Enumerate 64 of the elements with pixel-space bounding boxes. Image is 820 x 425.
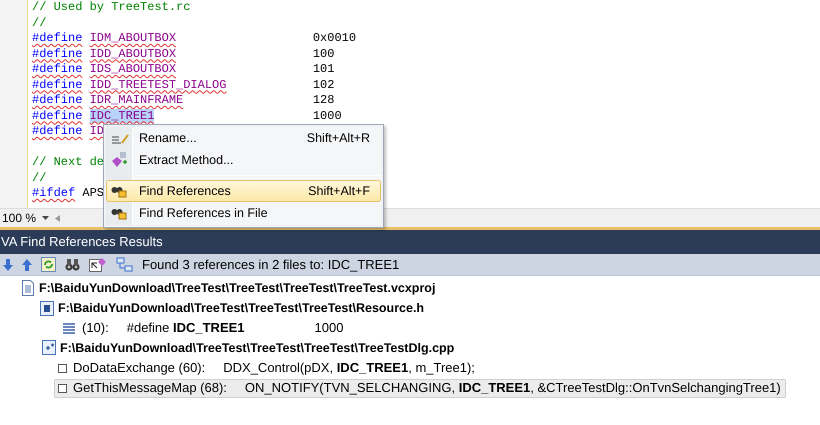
header-file-icon <box>40 300 54 316</box>
code-comment: // Next de <box>32 155 104 170</box>
zoom-dropdown[interactable]: 100 % <box>0 209 52 227</box>
file-path[interactable]: F:\BaiduYunDownload\TreeTest\TreeTest\TreeTest\TreeTestDlg.cpp <box>60 338 454 358</box>
square-icon <box>58 364 67 372</box>
code-keyword: #define <box>32 78 82 92</box>
code-keyword: #define <box>32 93 82 107</box>
macro-value: 0x0010 <box>312 31 356 46</box>
macro-name: IDC_TREE1 <box>90 108 154 122</box>
macro-name: IDR_MAINFRAME <box>90 93 184 107</box>
highlight-icon[interactable] <box>89 257 107 272</box>
menu-item[interactable]: Find References in File <box>106 202 381 224</box>
macro-value: 100 <box>312 46 334 62</box>
code-keyword: #define <box>32 62 82 76</box>
down-arrow-icon[interactable] <box>3 258 13 270</box>
scroll-left-icon[interactable] <box>55 214 60 222</box>
macro-name: IDD_TREETEST_DIALOG <box>90 78 226 92</box>
code-keyword: #define <box>32 31 82 45</box>
macro-name: ID <box>90 124 104 138</box>
tree-view-icon[interactable] <box>116 256 133 272</box>
caret-icon <box>42 216 50 220</box>
code-comment: // <box>32 16 46 31</box>
reference-location: DoDataExchange (60): <box>73 359 206 378</box>
reference-code: DDX_Control(pDX, IDC_TREE1, m_Tree1); <box>223 359 475 378</box>
panel-title: VA Find References Results <box>1 233 163 252</box>
reference-row[interactable]: (10): #define IDC_TREE1 1000 <box>58 318 348 338</box>
source-file-icon <box>40 340 56 356</box>
code-keyword: #define <box>32 124 82 138</box>
reference-code: #define IDC_TREE1 <box>126 319 245 338</box>
reference-code: ON_NOTIFY(TVN_SELCHANGING, IDC_TREE1, &CTreeTestDlg::OnTvnSelchangingTree1) <box>244 379 781 398</box>
zoom-value: 100 % <box>2 210 36 227</box>
menu-item[interactable]: Find References Shift+Alt+F <box>106 180 381 202</box>
code-keyword: #ifdef <box>32 186 76 202</box>
macro-value: 101 <box>312 62 334 78</box>
macro-name: IDD_ABOUTBOX <box>90 46 176 60</box>
macro-name: IDS_ABOUTBOX <box>90 62 176 76</box>
document-icon <box>21 280 35 296</box>
code-comment: // <box>32 170 46 186</box>
binoculars-icon <box>111 206 127 220</box>
binoculars-icon[interactable] <box>65 258 80 271</box>
gem-icon <box>111 152 128 168</box>
code-keyword: #define <box>32 108 82 122</box>
macro-name: IDM_ABOUTBOX <box>90 31 176 45</box>
file-path[interactable]: F:\BaiduYunDownload\TreeTest\TreeTest\TreeTest\Resource.h <box>58 298 424 318</box>
reference-location: GetThisMessageMap (68): <box>73 379 227 398</box>
macro-value: 102 <box>312 78 334 93</box>
code-comment: // Used by TreeTest.rc <box>32 0 190 16</box>
results-summary: Found 3 references in 2 files to: IDC_TREE1 <box>142 256 400 274</box>
menu-item[interactable]: Rename... Shift+Alt+R <box>106 127 381 149</box>
lines-icon <box>62 322 76 334</box>
square-icon <box>58 384 67 392</box>
reference-value: 1000 <box>314 319 344 338</box>
code-identifier: APS <box>82 186 104 202</box>
refresh-icon[interactable] <box>41 257 56 272</box>
reference-row[interactable]: DoDataExchange (60): DDX_Control(pDX, IDC_TREE1, m_Tree1); <box>54 358 480 378</box>
file-path[interactable]: F:\BaiduYunDownload\TreeTest\TreeTest\TreeTest\TreeTest.vcxproj <box>39 278 436 298</box>
macro-value: 1000 <box>312 108 342 124</box>
code-keyword: #define <box>32 46 82 60</box>
macro-value: 128 <box>312 93 334 108</box>
up-arrow-icon[interactable] <box>22 258 32 270</box>
reference-row[interactable]: GetThisMessageMap (68): ON_NOTIFY(TVN_SELCHANGING, IDC_TREE1, &CTreeTestDlg::OnTvnSelchangingTree1) <box>54 378 786 398</box>
binoculars-icon <box>111 184 127 198</box>
reference-location: (10): <box>82 319 109 338</box>
menu-item[interactable]: Extract Method... <box>106 149 381 171</box>
